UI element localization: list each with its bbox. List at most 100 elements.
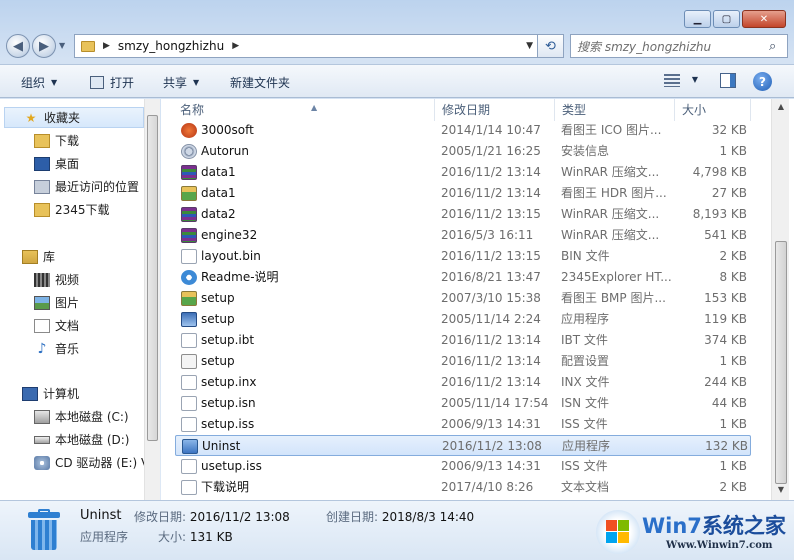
file-type: 安装信息 <box>561 144 610 158</box>
breadcrumb-separator-icon[interactable]: ▶ <box>232 41 239 51</box>
file-size: 541 KB <box>704 228 747 242</box>
details-size-label: 大小: <box>158 530 187 544</box>
file-row[interactable]: setup 2007/3/10 15:38 看图王 BMP 图片... 153 KB <box>175 288 751 309</box>
close-button[interactable]: ✕ <box>742 10 786 28</box>
column-date[interactable]: 修改日期 <box>435 99 555 121</box>
organize-button[interactable]: 组织 ▼ <box>21 74 57 91</box>
share-button[interactable]: 共享 ▼ <box>163 74 199 91</box>
video-icon <box>34 272 50 287</box>
file-row[interactable]: engine32 2016/5/3 16:11 WinRAR 压缩文... 541 K… <box>175 225 751 246</box>
nav-computer[interactable]: 计算机 <box>22 385 79 402</box>
scroll-down-icon[interactable]: ▼ <box>775 485 787 497</box>
file-type: 应用程序 <box>562 439 611 453</box>
nav-item-recent[interactable]: 最近访问的位置 <box>34 178 139 195</box>
file-size: 119 KB <box>704 312 747 326</box>
file-row[interactable]: usetup.iss 2006/9/13 14:31 ISS 文件 1 KB <box>175 456 751 477</box>
open-button[interactable]: 打开 <box>90 74 134 91</box>
dropdown-arrow-icon: ▼ <box>51 78 58 87</box>
file-row[interactable]: data1 2016/11/2 13:14 看图王 HDR 图片... 27 KB <box>175 183 751 204</box>
change-view-icon[interactable] <box>664 74 680 87</box>
preview-pane-icon[interactable] <box>720 73 736 88</box>
file-size: 1 KB <box>719 459 747 473</box>
file-date: 2016/11/2 13:08 <box>442 439 542 453</box>
recent-pages-dropdown[interactable]: ▼ <box>59 41 65 50</box>
file-row[interactable]: setup.isn 2005/11/14 17:54 ISN 文件 44 KB <box>175 393 751 414</box>
hard-drive-icon <box>34 435 50 444</box>
file-date: 2016/11/2 13:15 <box>441 207 541 221</box>
file-type: ISS 文件 <box>561 459 608 473</box>
file-row[interactable]: setup.iss 2006/9/13 14:31 ISS 文件 1 KB <box>175 414 751 435</box>
refresh-button[interactable]: ⟲ <box>538 34 564 58</box>
file-name: data2 <box>201 207 236 221</box>
file-row[interactable]: data2 2016/11/2 13:15 WinRAR 压缩文... 8,193 K… <box>175 204 751 225</box>
file-row[interactable]: layout.bin 2016/11/2 13:15 BIN 文件 2 KB <box>175 246 751 267</box>
file-size: 4,798 KB <box>692 165 747 179</box>
file-row[interactable]: 下载说明 2017/4/10 8:26 文本文档 2 KB <box>175 477 751 498</box>
file-row[interactable]: setup 2016/11/2 13:14 配置设置 1 KB <box>175 351 751 372</box>
nav-favorites[interactable]: ★ 收藏夹 <box>4 107 144 128</box>
nav-item-drive-d[interactable]: 本地磁盘 (D:) <box>34 431 129 448</box>
nav-item-videos[interactable]: 视频 <box>34 271 79 288</box>
nav-item-downloads[interactable]: 下载 <box>34 132 79 149</box>
maximize-button[interactable]: ▢ <box>713 10 740 28</box>
column-name[interactable]: 名称 ▲ <box>173 99 435 121</box>
file-row[interactable]: 3000soft 2014/1/14 10:47 看图王 ICO 图片... 32 K… <box>175 120 751 141</box>
open-icon <box>90 76 104 89</box>
pictures-icon <box>34 295 50 310</box>
search-icon[interactable]: ⌕ <box>769 39 787 54</box>
minimize-button[interactable]: ▁ <box>684 10 711 28</box>
organize-label: 组织 <box>21 76 46 90</box>
file-row[interactable]: setup.inx 2016/11/2 13:14 INX 文件 244 KB <box>175 372 751 393</box>
file-name: setup.ibt <box>201 333 255 347</box>
nav-item-drive-e[interactable]: CD 驱动器 (E:) V <box>34 454 149 471</box>
nav-item-label: 2345下载 <box>55 203 110 217</box>
back-button[interactable]: ◀ <box>6 34 30 58</box>
address-dropdown-icon[interactable]: ▼ <box>526 41 533 51</box>
file-type: 看图王 ICO 图片... <box>561 123 662 137</box>
file-row[interactable]: setup.ibt 2016/11/2 13:14 IBT 文件 374 KB <box>175 330 751 351</box>
system-drive-icon <box>34 409 50 424</box>
file-row[interactable]: Autorun 2005/1/21 16:25 安装信息 1 KB <box>175 141 751 162</box>
nav-item-label: 视频 <box>55 273 80 287</box>
nav-item-2345-downloads[interactable]: 2345下载 <box>34 201 110 218</box>
sort-ascending-icon: ▲ <box>311 103 318 112</box>
file-date: 2005/11/14 17:54 <box>441 396 549 410</box>
nav-libraries[interactable]: 库 <box>22 248 55 265</box>
new-folder-button[interactable]: 新建文件夹 <box>230 74 290 91</box>
nav-scrollbar-thumb[interactable] <box>147 115 158 441</box>
file-list-scrollbar[interactable]: ▲ ▼ <box>771 99 789 500</box>
file-size: 1 KB <box>719 354 747 368</box>
help-icon[interactable]: ? <box>753 72 772 91</box>
file-date: 2006/9/13 14:31 <box>441 417 541 431</box>
file-name: setup.isn <box>201 396 256 410</box>
breadcrumb-item[interactable]: smzy_hongzhizhu <box>118 39 224 53</box>
scroll-up-icon[interactable]: ▲ <box>775 102 787 114</box>
file-row[interactable]: data1 2016/11/2 13:14 WinRAR 压缩文... 4,798 K… <box>175 162 751 183</box>
breadcrumb-separator-icon[interactable]: ▶ <box>103 41 110 51</box>
folder-icon <box>81 40 95 52</box>
documents-icon <box>34 318 50 333</box>
nav-item-desktop[interactable]: 桌面 <box>34 155 79 172</box>
address-bar[interactable]: ▶ smzy_hongzhizhu ▶ ▼ <box>74 34 538 58</box>
nav-scrollbar[interactable] <box>144 99 160 500</box>
file-row[interactable]: Uninst 2016/11/2 13:08 应用程序 132 KB <box>175 435 751 456</box>
file-date: 2014/1/14 10:47 <box>441 123 541 137</box>
file-list-scrollbar-thumb[interactable] <box>775 241 787 484</box>
view-options-dropdown[interactable]: ▼ <box>692 75 698 84</box>
nav-item-drive-c[interactable]: 本地磁盘 (C:) <box>34 408 129 425</box>
nav-item-pictures[interactable]: 图片 <box>34 294 79 311</box>
nav-item-label: 桌面 <box>55 157 80 171</box>
forward-button[interactable]: ▶ <box>32 34 56 58</box>
search-input[interactable]: 搜索 smzy_hongzhizhu ⌕ <box>570 34 788 58</box>
nav-item-documents[interactable]: 文档 <box>34 317 79 334</box>
file-size: 153 KB <box>704 291 747 305</box>
open-label: 打开 <box>110 76 135 90</box>
arrow-right-icon: ▶ <box>39 38 49 54</box>
nav-item-music[interactable]: ♪ 音乐 <box>34 340 79 357</box>
file-name: setup.inx <box>201 375 257 389</box>
file-name: Uninst <box>202 439 241 453</box>
column-type[interactable]: 类型 <box>555 99 675 121</box>
file-row[interactable]: Readme-说明 2016/8/21 13:47 2345Explorer HT.… <box>175 267 751 288</box>
file-row[interactable]: setup 2005/11/14 2:24 应用程序 119 KB <box>175 309 751 330</box>
column-size[interactable]: 大小 <box>675 99 751 121</box>
